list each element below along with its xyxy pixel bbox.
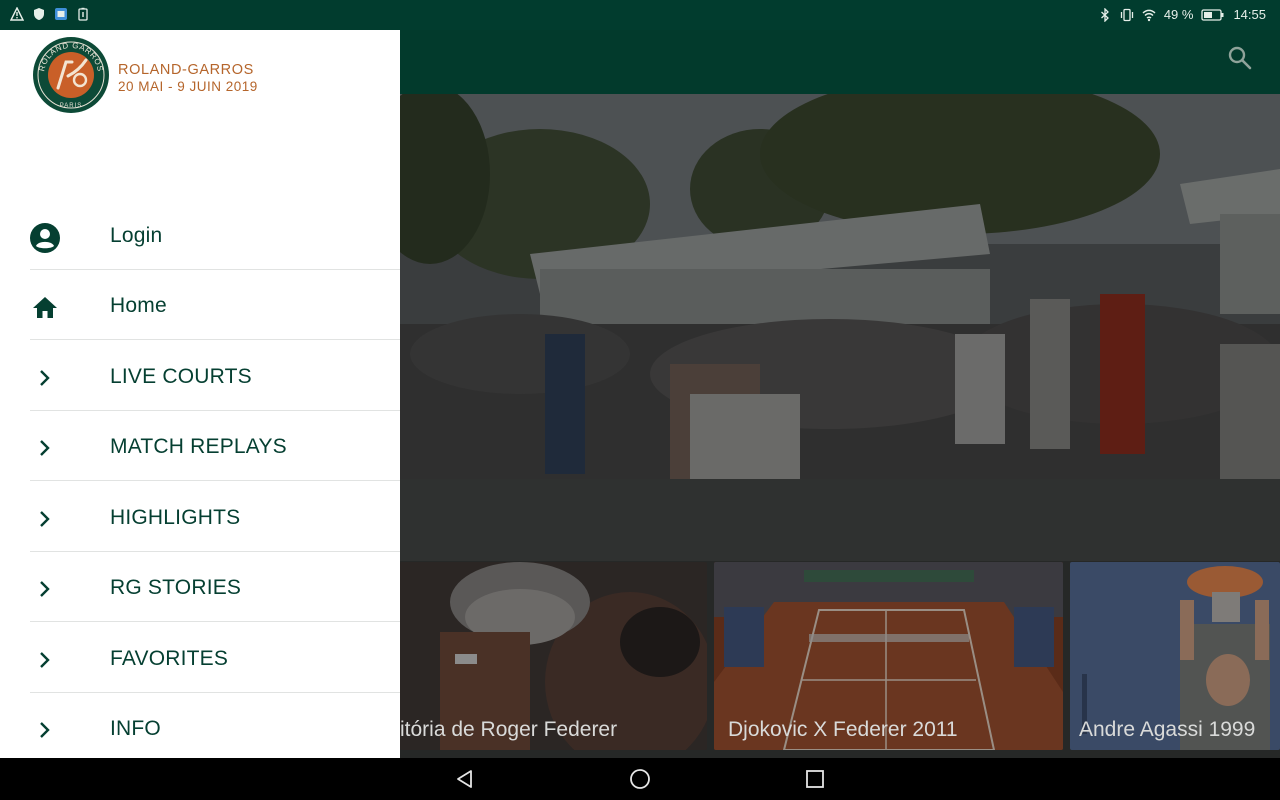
- hero-video-thumbnail[interactable]: [400, 94, 1280, 479]
- divider: [30, 480, 400, 481]
- battery-icon: [1201, 8, 1224, 21]
- brand-name: ROLAND-GARROS: [118, 62, 254, 78]
- chevron-right-icon: [40, 370, 50, 386]
- menu-item-label: MATCH REPLAYS: [110, 435, 287, 458]
- section-header-strip: [400, 479, 1280, 561]
- video-card[interactable]: Djokovic X Federer 2011: [714, 562, 1063, 750]
- menu-item-label: Login: [110, 224, 163, 247]
- divider: [30, 339, 400, 340]
- video-card-title: Djokovic X Federer 2011: [728, 718, 958, 741]
- menu-item-info[interactable]: INFO: [0, 693, 400, 758]
- menu-item-label: FAVORITES: [110, 647, 229, 670]
- battery-saver-icon: [78, 7, 88, 21]
- video-card[interactable]: itória de Roger Federer: [400, 562, 707, 750]
- chevron-right-icon: [40, 440, 50, 456]
- menu-item-label: LIVE COURTS: [110, 365, 252, 388]
- system-navigation-bar: [0, 758, 1280, 800]
- back-icon[interactable]: [454, 768, 476, 790]
- account-icon: [30, 223, 60, 253]
- clock: 14:55: [1233, 7, 1266, 22]
- chevron-right-icon: [40, 581, 50, 597]
- tournament-dates: 20 MAI - 9 JUIN 2019: [118, 79, 258, 94]
- menu-item-match-replays[interactable]: MATCH REPLAYS: [0, 411, 400, 481]
- home-circle-icon[interactable]: [629, 768, 651, 790]
- menu-item-login[interactable]: Login: [0, 200, 400, 270]
- svg-text:PARIS: PARIS: [60, 103, 83, 109]
- navigation-drawer: ROLAND GARROS PARIS ROLAND-GARROS 20 MAI…: [0, 30, 400, 758]
- home-icon: [33, 297, 57, 318]
- battery-percent: 49 %: [1163, 7, 1194, 22]
- chevron-right-icon: [40, 511, 50, 527]
- search-icon[interactable]: [1226, 44, 1254, 72]
- shield-icon: [34, 8, 44, 20]
- brand-block: ROLAND-GARROS 20 MAI - 9 JUIN 2019: [118, 62, 258, 94]
- menu-item-label: HIGHLIGHTS: [110, 506, 241, 529]
- video-card-title: Andre Agassi 1999: [1079, 718, 1256, 741]
- menu-item-live-courts[interactable]: LIVE COURTS: [0, 341, 400, 411]
- bluetooth-icon: [1100, 7, 1109, 22]
- video-card-title: itória de Roger Federer: [400, 718, 618, 741]
- menu-item-favorites[interactable]: FAVORITES: [0, 623, 400, 693]
- menu-item-label: RG STORIES: [110, 576, 242, 599]
- menu-item-home[interactable]: Home: [0, 270, 400, 340]
- roland-garros-logo: ROLAND GARROS PARIS: [33, 37, 109, 113]
- vibrate-icon: [1120, 8, 1133, 21]
- divider: [30, 621, 400, 622]
- menu-item-highlights[interactable]: HIGHLIGHTS: [0, 482, 400, 552]
- menu-item-label: Home: [110, 294, 167, 317]
- wifi-icon: [1142, 9, 1156, 21]
- app-notification-icon: [55, 8, 67, 20]
- warning-icon: [10, 7, 24, 21]
- menu-item-rg-stories[interactable]: RG STORIES: [0, 552, 400, 622]
- chevron-right-icon: [40, 722, 50, 738]
- menu-item-label: INFO: [110, 717, 161, 740]
- video-card[interactable]: Andre Agassi 1999: [1070, 562, 1280, 750]
- recents-icon[interactable]: [804, 768, 826, 790]
- chevron-right-icon: [40, 652, 50, 668]
- status-bar: 49 % 14:55: [0, 0, 1280, 30]
